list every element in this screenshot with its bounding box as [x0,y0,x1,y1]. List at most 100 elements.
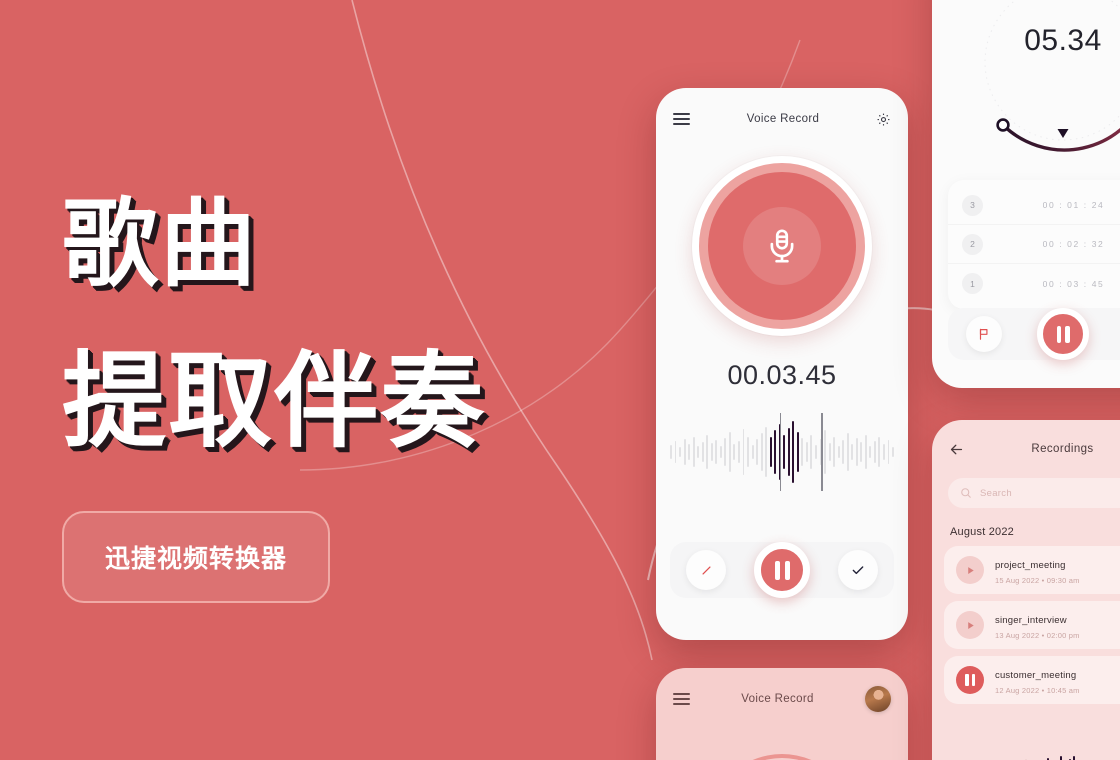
recording-meta: 15 Aug 2022 • 09:30 am [995,576,1080,585]
pause-icon [1065,325,1070,343]
flag-icon [979,328,988,340]
lap-time: 00 : 01 : 24 [1042,200,1105,210]
user-avatar[interactable] [864,686,891,712]
waveform-bar [742,429,745,475]
promo-banner: 歌曲 提取伴奏 迅捷视频转换器 Voice Record 00.03.45 Vo… [0,0,1120,760]
waveform-bar [756,439,759,465]
cancel-slash-icon [701,565,711,575]
stopwatch-controls [948,308,1120,360]
waveform-bar [765,427,768,477]
hamburger-menu-icon[interactable] [673,693,690,705]
waveform-bar [837,446,840,458]
app-header: Voice Record [656,88,908,150]
voice-record-screen-secondary: Voice Record [656,668,908,760]
recording-list-item[interactable]: project_meeting 15 Aug 2022 • 09:30 am [944,546,1120,594]
waveform-bar [733,444,736,460]
waveform-bar [878,437,881,467]
stopwatch-dial[interactable]: 05.34 [963,0,1120,162]
waveform-selection-handle[interactable] [780,413,782,491]
waveform-bar [873,441,876,463]
waveform-bar [697,446,700,458]
recording-meta: 12 Aug 2022 • 10:45 am [995,686,1080,695]
search-input[interactable]: Search [948,478,1120,508]
lap-flag-button[interactable] [966,316,1002,352]
pause-icon [1056,325,1061,343]
waveform-bar [787,428,790,476]
waveform-bar [688,444,691,460]
lap-row: 3 00 : 01 : 24 [948,186,1120,225]
lap-row: 2 00 : 02 : 32 [948,225,1120,264]
pause-icon[interactable] [956,666,984,694]
waveform-bar [701,442,704,462]
elapsed-timer: 00.03.45 [727,360,837,390]
waveform-bar [792,421,795,483]
lap-number: 2 [962,233,983,255]
hamburger-menu-icon[interactable] [673,113,690,125]
waveform-bar [674,441,677,463]
waveform-bar [692,437,695,467]
waveform-bar [715,440,718,464]
waveform-bar [824,430,827,474]
lap-row: 1 00 : 03 : 45 [948,264,1120,303]
brand-badge[interactable]: 迅捷视频转换器 [62,510,330,603]
waveform-bar [679,447,682,457]
lap-time: 00 : 02 : 32 [1042,239,1105,249]
waveform-bar [760,433,763,471]
waveform-bar [869,446,872,458]
search-placeholder: Search [980,487,1012,499]
play-icon[interactable] [956,611,984,639]
waveform-bar [737,441,740,463]
waveform-bar [882,444,885,460]
waveform-bar [796,432,799,472]
arrow-left-icon[interactable] [948,441,965,458]
waveform-bar [747,437,749,467]
pause-button[interactable] [754,542,810,598]
record-button-wrapper [656,156,908,336]
recording-controls [670,542,894,598]
stopwatch-panel: 05.34 3 00 : 01 : 24 2 00 : 02 : 32 1 00 : 03… [932,0,1120,388]
recording-name: project_meeting [995,560,1066,571]
record-button-ring [699,163,865,329]
gear-icon[interactable] [876,112,891,127]
waveform-bar [828,443,831,461]
record-button-inner [743,207,821,285]
recordings-panel: Recordings Search August 2022 project_me… [932,420,1120,760]
recording-list-item[interactable]: customer_meeting 12 Aug 2022 • 10:45 am [944,656,1120,704]
waveform-bar [805,442,808,462]
waveform-bar [719,446,722,458]
waveform-selection-handle[interactable] [821,413,823,491]
recording-meta: 13 Aug 2022 • 02:00 pm [995,631,1080,640]
record-progress-arc [707,754,857,760]
waveform-bar [833,437,836,467]
waveform-bar [892,447,894,457]
waveform-bar [864,435,867,469]
microphone-icon [770,229,794,263]
play-icon[interactable] [956,556,984,584]
waveform-bar [846,433,849,471]
recordings-month-label: August 2022 [950,526,1014,538]
waveform-display[interactable] [670,409,894,495]
voice-record-screen: Voice Record 00.03.45 [656,88,908,640]
stopwatch-pause-button[interactable] [1037,308,1089,360]
record-button[interactable] [708,172,856,320]
confirm-button[interactable] [838,550,878,590]
promo-copy: 歌曲 提取伴奏 迅捷视频转换器 [62,194,622,603]
recording-list-item[interactable]: singer_interview 13 Aug 2022 • 02:00 pm [944,601,1120,649]
lap-number: 1 [962,273,983,294]
waveform-bar [860,442,863,462]
app-header-secondary: Voice Record [656,668,908,730]
waveform-bar [724,438,727,466]
waveform-bar [815,445,817,459]
waveform-bar [851,444,854,460]
cancel-button[interactable] [686,550,726,590]
lap-time: 00 : 03 : 45 [1042,278,1105,289]
lap-list: 3 00 : 01 : 24 2 00 : 02 : 32 1 00 : 03 : 45 [948,180,1120,309]
pause-icon [784,560,790,580]
recordings-list: project_meeting 15 Aug 2022 • 09:30 am sin… [932,546,1120,704]
promo-headline-secondary: 提取伴奏 [62,339,487,462]
waveform-bar [710,443,713,461]
waveform-bar [706,435,709,469]
recording-waveform[interactable] [946,752,1120,760]
waveform-bar [670,445,672,459]
recording-name: singer_interview [995,615,1067,626]
